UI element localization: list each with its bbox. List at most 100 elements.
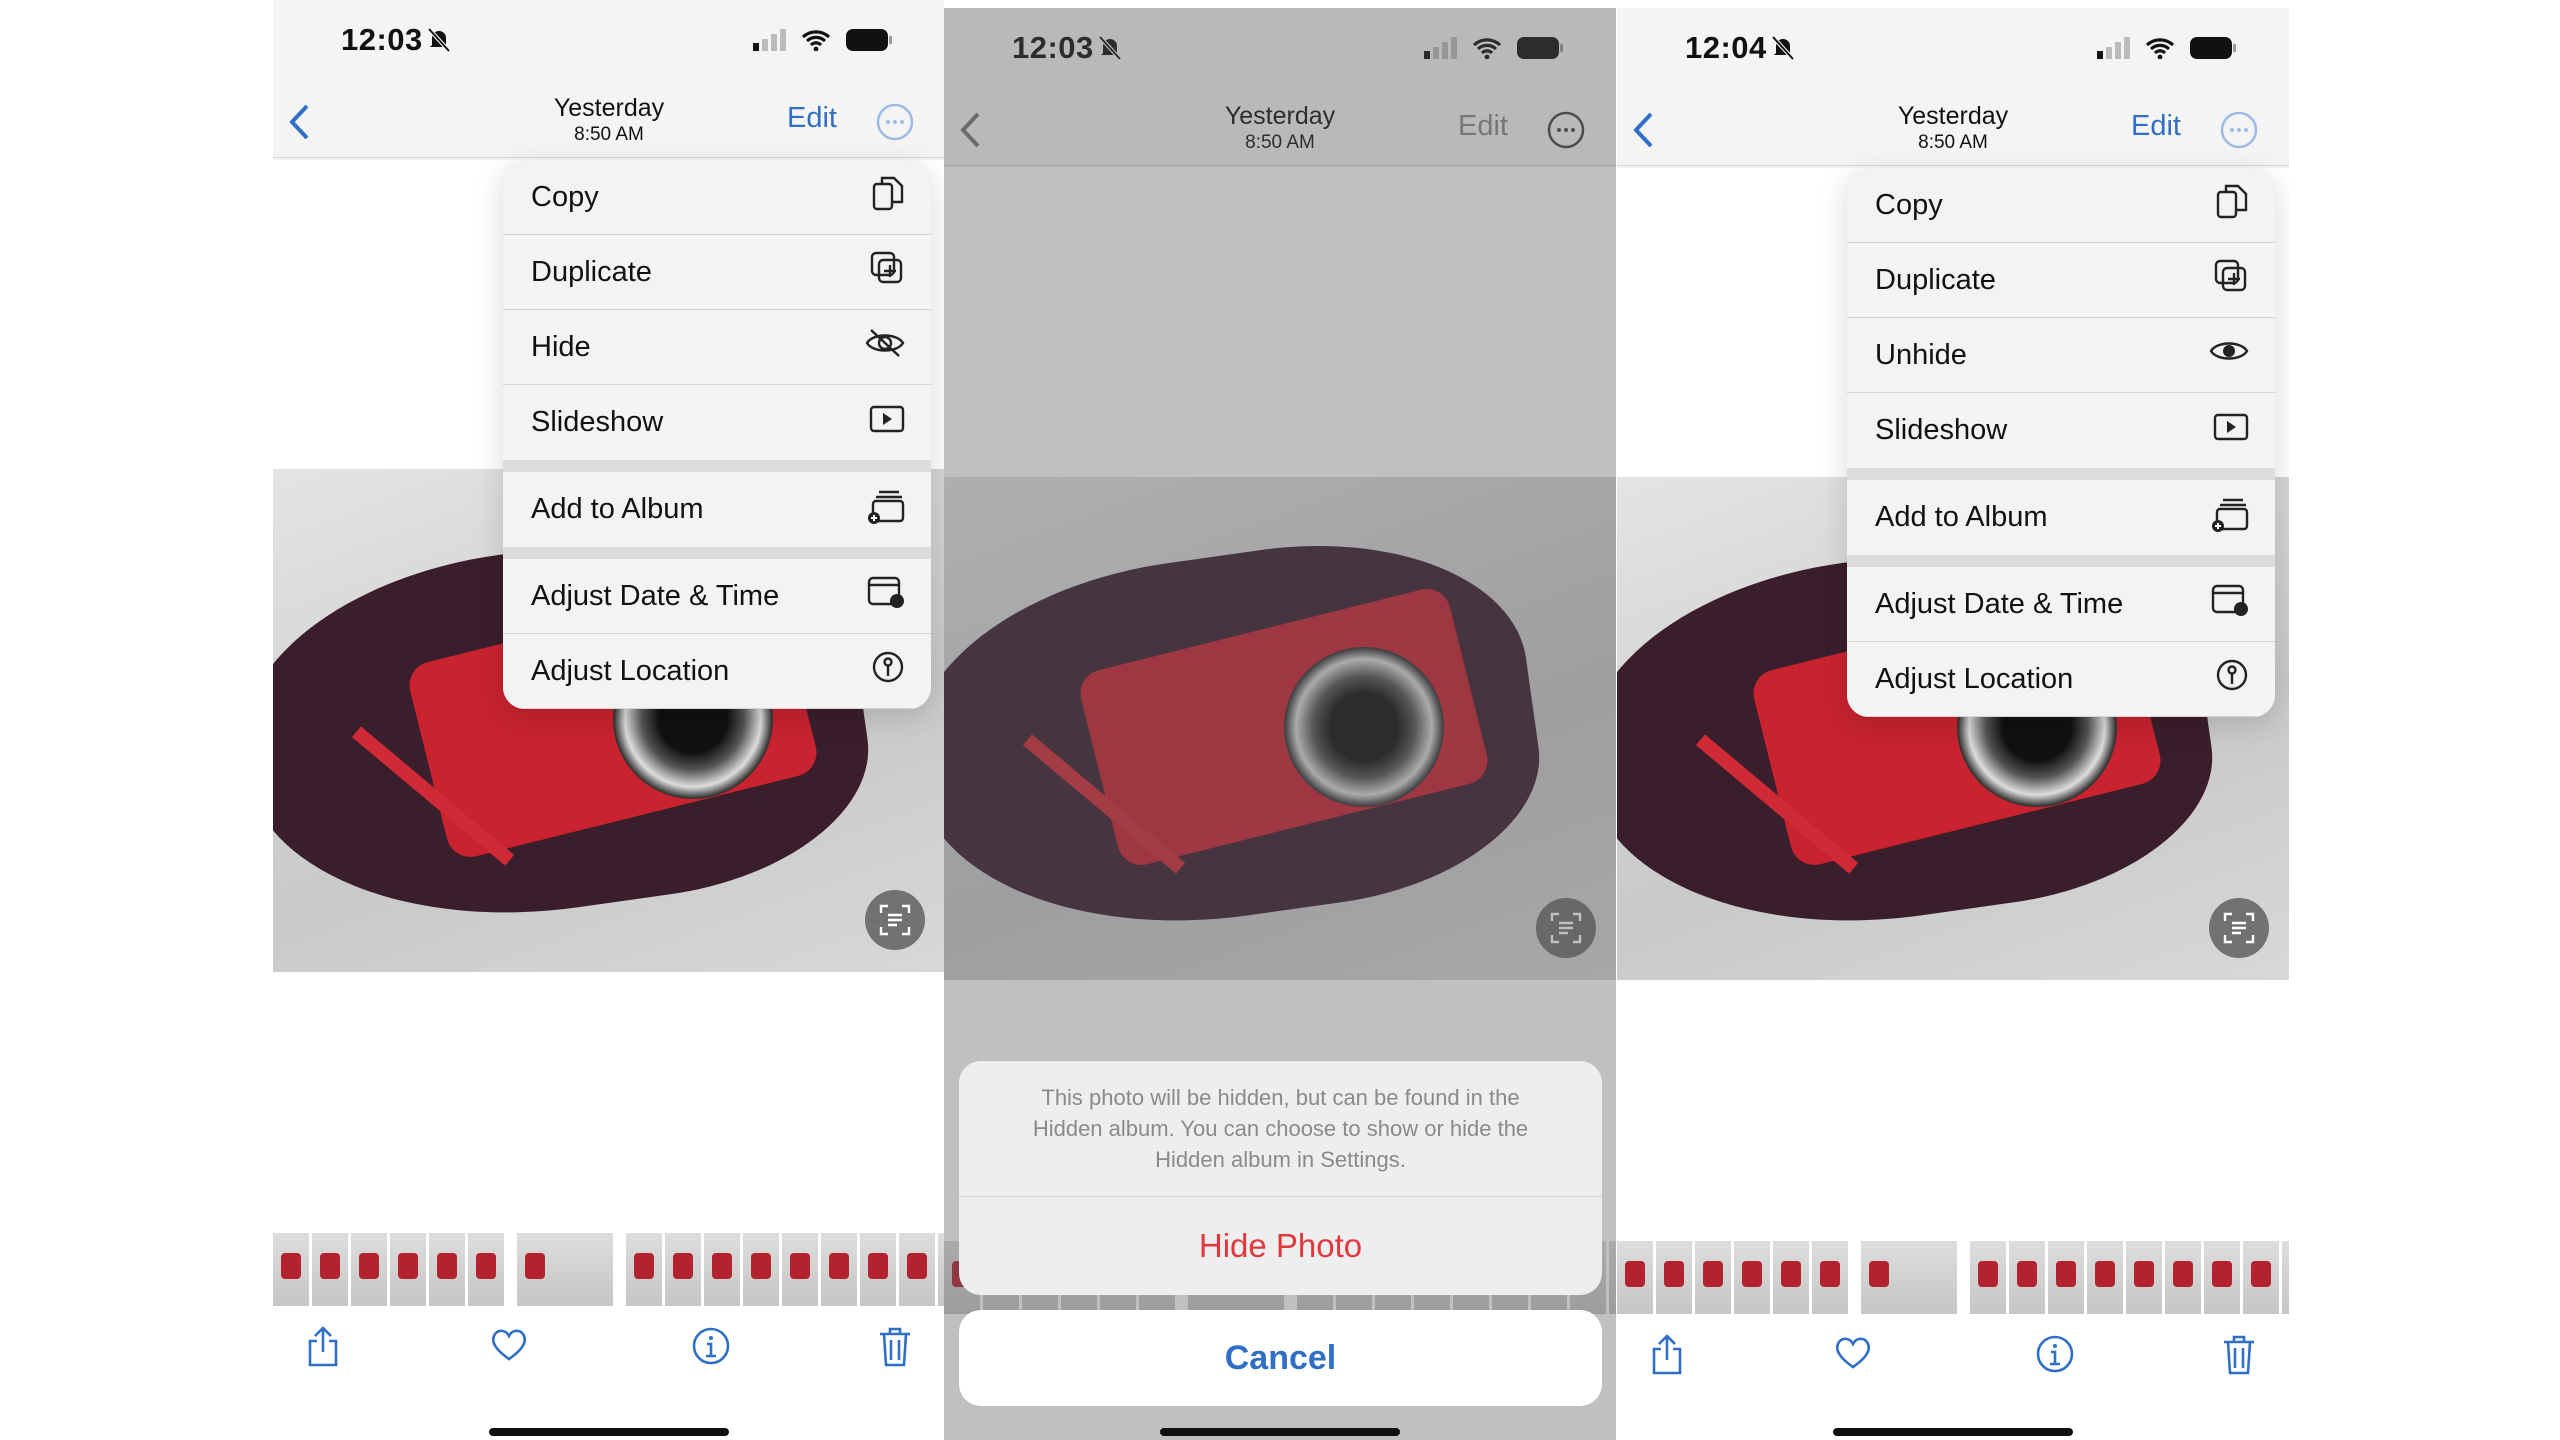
thumbnail[interactable] bbox=[2126, 1241, 2162, 1314]
thumbnail[interactable] bbox=[821, 1233, 857, 1306]
thumbnail[interactable] bbox=[273, 1233, 309, 1306]
menu-item-label: Adjust Location bbox=[531, 654, 730, 687]
thumbnail[interactable] bbox=[704, 1233, 740, 1306]
live-text-icon[interactable] bbox=[865, 890, 925, 950]
phone-screen: 12:04 Yesterday 8:50 AM Edit Copy Duplica… bbox=[1617, 0, 2289, 1440]
thumbnail[interactable] bbox=[1812, 1241, 1848, 1314]
navigation-bar: Yesterday 8:50 AM Edit bbox=[1617, 96, 2289, 166]
hide-confirmation-sheet: This photo will be hidden, but can be fo… bbox=[959, 1061, 1602, 1295]
more-options-icon[interactable] bbox=[2219, 110, 2259, 155]
thumbnail[interactable] bbox=[743, 1233, 779, 1306]
wifi-icon bbox=[2145, 37, 2175, 64]
live-text-icon[interactable] bbox=[2209, 898, 2269, 958]
clock-time: 12:04 bbox=[1685, 30, 1767, 65]
home-indicator[interactable] bbox=[489, 1428, 729, 1436]
photo-date: Yesterday bbox=[553, 94, 665, 122]
thumbnail[interactable] bbox=[1861, 1241, 1957, 1314]
silent-bell-icon bbox=[427, 25, 451, 61]
thumbnail-strip[interactable] bbox=[273, 1233, 945, 1306]
thumbnail[interactable] bbox=[312, 1233, 348, 1306]
thumbnail[interactable] bbox=[1617, 1241, 1653, 1314]
battery-icon bbox=[2189, 36, 2237, 65]
menu-item[interactable]: Unhide bbox=[1847, 318, 2275, 393]
thumbnail[interactable] bbox=[2165, 1241, 2201, 1314]
thumbnail[interactable] bbox=[351, 1233, 387, 1306]
thumbnail[interactable] bbox=[1695, 1241, 1731, 1314]
trash-icon[interactable] bbox=[2221, 1334, 2257, 1381]
copy-icon bbox=[2215, 182, 2249, 228]
menu-item-label: Hide bbox=[531, 330, 591, 363]
calendar-clock-icon bbox=[2211, 583, 2249, 625]
play-icon bbox=[869, 404, 905, 442]
hide-photo-button[interactable]: Hide Photo bbox=[959, 1197, 1602, 1295]
add-to-album-icon bbox=[2211, 496, 2249, 540]
navigation-bar: Yesterday 8:50 AM Edit bbox=[273, 88, 945, 158]
menu-item-label: Unhide bbox=[1875, 338, 1967, 371]
trash-icon[interactable] bbox=[877, 1326, 913, 1373]
calendar-clock-icon bbox=[867, 575, 905, 617]
thumbnail[interactable] bbox=[1656, 1241, 1692, 1314]
photo-options-menu: Copy Duplicate Unhide Slideshow Add to Album… bbox=[1847, 168, 2275, 717]
menu-item[interactable]: Adjust Date & Time bbox=[503, 559, 931, 634]
thumbnail-strip[interactable] bbox=[1617, 1241, 2289, 1314]
info-icon[interactable] bbox=[691, 1326, 731, 1371]
menu-item[interactable]: Copy bbox=[1847, 168, 2275, 243]
cancel-button[interactable]: Cancel bbox=[959, 1310, 1602, 1406]
menu-item[interactable]: Copy bbox=[503, 160, 931, 235]
thumbnail[interactable] bbox=[665, 1233, 701, 1306]
share-icon[interactable] bbox=[1649, 1334, 1685, 1381]
location-pin-icon bbox=[2215, 658, 2249, 700]
menu-item[interactable]: Duplicate bbox=[1847, 243, 2275, 318]
thumbnail[interactable] bbox=[2009, 1241, 2045, 1314]
menu-item-label: Copy bbox=[531, 180, 599, 213]
bottom-toolbar bbox=[1617, 1328, 2289, 1398]
phone-screen: 12:03 Yesterday 8:50 AM Edit Copy Duplica… bbox=[273, 0, 945, 1440]
heart-icon[interactable] bbox=[489, 1326, 529, 1367]
thumbnail[interactable] bbox=[860, 1233, 896, 1306]
thumbnail[interactable] bbox=[429, 1233, 465, 1306]
menu-item-label: Copy bbox=[1875, 188, 1943, 221]
thumbnail[interactable] bbox=[1970, 1241, 2006, 1314]
photo-time: 8:50 AM bbox=[574, 124, 644, 145]
menu-item[interactable]: Slideshow bbox=[1847, 393, 2275, 468]
home-indicator[interactable] bbox=[1160, 1428, 1400, 1436]
thumbnail[interactable] bbox=[899, 1233, 935, 1306]
menu-item-label: Slideshow bbox=[531, 406, 664, 438]
thumbnail[interactable] bbox=[2243, 1241, 2279, 1314]
menu-item[interactable]: Adjust Date & Time bbox=[1847, 567, 2275, 642]
thumbnail[interactable] bbox=[517, 1233, 613, 1306]
menu-item[interactable]: Adjust Location bbox=[1847, 642, 2275, 717]
heart-icon[interactable] bbox=[1833, 1334, 1873, 1375]
edit-button[interactable]: Edit bbox=[2131, 110, 2181, 143]
menu-item[interactable]: Hide bbox=[503, 310, 931, 385]
menu-item-label: Adjust Date & Time bbox=[531, 579, 780, 612]
thumbnail[interactable] bbox=[2282, 1241, 2289, 1314]
share-icon[interactable] bbox=[305, 1326, 341, 1373]
thumbnail[interactable] bbox=[2087, 1241, 2123, 1314]
home-indicator[interactable] bbox=[1833, 1428, 2073, 1436]
eye-slash-icon bbox=[865, 328, 905, 366]
thumbnail[interactable] bbox=[2204, 1241, 2240, 1314]
menu-item-label: Add to Album bbox=[531, 493, 704, 525]
thumbnail[interactable] bbox=[468, 1233, 504, 1306]
menu-item-label: Adjust Date & Time bbox=[1875, 587, 2124, 620]
thumbnail[interactable] bbox=[2048, 1241, 2084, 1314]
info-icon[interactable] bbox=[2035, 1334, 2075, 1379]
duplicate-icon bbox=[869, 250, 905, 294]
menu-item-label: Slideshow bbox=[1875, 414, 2008, 446]
edit-button[interactable]: Edit bbox=[787, 102, 837, 135]
menu-item[interactable]: Add to Album bbox=[1847, 480, 2275, 555]
thumbnail[interactable] bbox=[626, 1233, 662, 1306]
menu-item[interactable]: Adjust Location bbox=[503, 634, 931, 709]
status-time: 12:03 bbox=[341, 22, 451, 61]
more-options-icon[interactable] bbox=[875, 102, 915, 147]
photo-time: 8:50 AM bbox=[1918, 132, 1988, 153]
menu-item[interactable]: Slideshow bbox=[503, 385, 931, 460]
menu-item[interactable]: Duplicate bbox=[503, 235, 931, 310]
thumbnail[interactable] bbox=[782, 1233, 818, 1306]
menu-item[interactable]: Add to Album bbox=[503, 472, 931, 547]
thumbnail[interactable] bbox=[390, 1233, 426, 1306]
thumbnail[interactable] bbox=[1773, 1241, 1809, 1314]
wifi-icon bbox=[801, 29, 831, 56]
thumbnail[interactable] bbox=[1734, 1241, 1770, 1314]
